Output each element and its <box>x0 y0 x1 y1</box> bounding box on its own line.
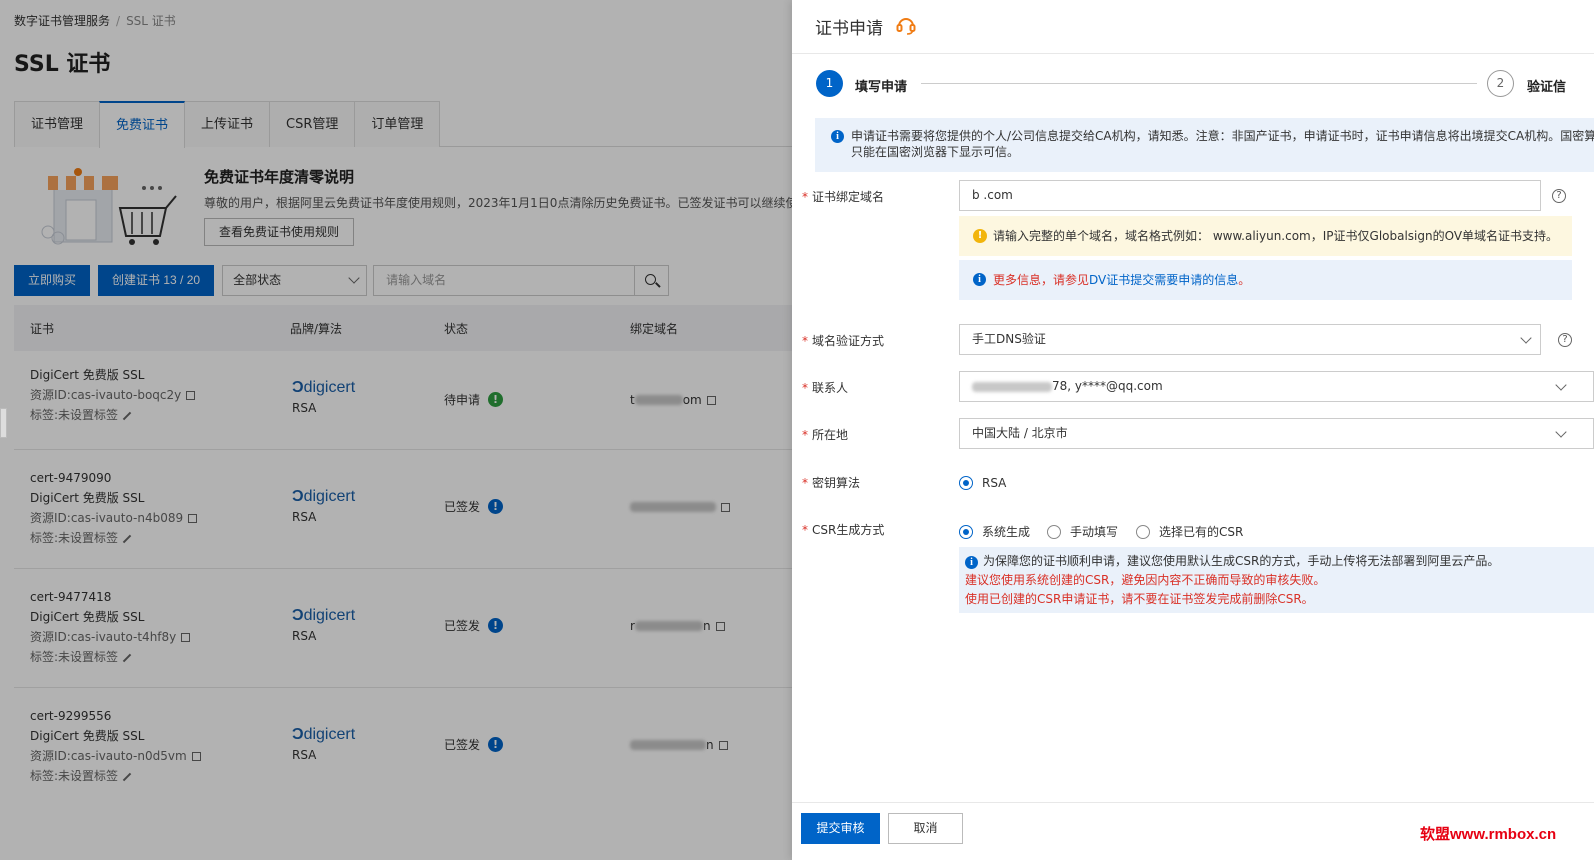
help-icon[interactable]: ? <box>1558 333 1572 347</box>
key-algorithm-label: * 密钥算法 <box>802 476 861 490</box>
masked-contact <box>972 381 1052 392</box>
location-value: 中国大陆 / 北京市 <box>972 426 1068 440</box>
contact-value: 78, y****@qq.com <box>1052 379 1163 393</box>
key-algorithm-label-text: 密钥算法 <box>812 476 861 490</box>
radio-selected-icon <box>959 476 973 490</box>
radio-csr-manual[interactable]: 手动填写 <box>1047 523 1118 540</box>
step-1-label: 填写申请 <box>855 80 908 95</box>
drawer-header: 证书申请 <box>792 0 1594 54</box>
cancel-button[interactable]: 取消 <box>888 813 963 844</box>
verify-method-select[interactable]: 手工DNS验证 <box>959 324 1541 355</box>
verify-label-text: 域名验证方式 <box>812 334 885 348</box>
more-info-end: 。 <box>1238 273 1251 287</box>
info-banner-line-1: 申请证书需要将您提供的个人/公司信息提交给CA机构，请知悉。注意：非国产证书，申… <box>851 129 1594 143</box>
step-indicator: 1 填写申请 2 验证信 <box>815 70 1594 100</box>
radio-csr-manual-label: 手动填写 <box>1070 525 1119 539</box>
csr-info-text: 为保障您的证书顺利申请，建议您使用默认生成CSR的方式，手动上传将无法部署到阿里… <box>983 554 1500 568</box>
location-select[interactable]: 中国大陆 / 北京市 <box>959 418 1594 449</box>
radio-csr-existing[interactable]: 选择已有的CSR <box>1136 523 1243 540</box>
console-page: 数字证书管理服务 / SSL 证书 SSL 证书 证书管理 免费证书 上传证书 CS… <box>0 0 809 860</box>
location-label-text: 所在地 <box>812 428 849 442</box>
page: 数字证书管理服务 / SSL 证书 SSL 证书 证书管理 免费证书 上传证书 CS… <box>0 0 1594 860</box>
site-watermark: 软盟www.rmbox.cn <box>1420 826 1557 843</box>
domain-input[interactable]: b .com <box>959 180 1541 211</box>
csr-warning-2: 使用已创建的CSR申请证书，请不要在证书签发完成前删除CSR。 <box>965 592 1314 606</box>
radio-csr-system[interactable]: 系统生成 <box>959 523 1030 540</box>
contact-label: * 联系人 <box>802 381 849 395</box>
chevron-down-icon <box>1555 379 1567 391</box>
modal-overlay[interactable] <box>0 0 792 860</box>
radio-rsa-label: RSA <box>982 476 1007 490</box>
step-1-circle: 1 <box>816 70 843 97</box>
verify-method-value: 手工DNS验证 <box>972 332 1046 346</box>
chevron-down-icon <box>1520 332 1532 344</box>
ca-info-banner: i 申请证书需要将您提供的个人/公司信息提交给CA机构，请知悉。注意：非国产证书… <box>815 118 1594 172</box>
side-collapse-handle[interactable] <box>0 408 7 438</box>
help-icon[interactable]: ? <box>1552 189 1566 203</box>
more-info-text: 更多信息，请参见 <box>993 273 1090 287</box>
step-connector <box>921 83 1477 84</box>
domain-warning-text: 请输入完整的单个域名，域名格式例如： www.aliyun.com，IP证书仅G… <box>993 229 1559 243</box>
radio-unselected-icon <box>1136 524 1150 539</box>
domain-more-info: i 更多信息，请参见DV证书提交需要申请的信息。 <box>959 260 1572 300</box>
radio-unselected-icon <box>1047 524 1061 539</box>
radio-selected-icon <box>959 524 973 539</box>
radio-csr-system-label: 系统生成 <box>982 525 1031 539</box>
step-2-circle: 2 <box>1487 70 1514 97</box>
headset-icon[interactable] <box>895 14 917 36</box>
csr-warning-1: 建议您使用系统创建的CSR，避免因内容不正确而导致的审核失败。 <box>965 573 1326 587</box>
info-icon: i <box>965 556 978 569</box>
csr-method-label: * CSR生成方式 <box>802 523 885 537</box>
radio-csr-existing-label: 选择已有的CSR <box>1159 525 1244 539</box>
radio-rsa[interactable]: RSA <box>959 476 1006 490</box>
domain-field-label: * 证书绑定域名 <box>802 190 885 204</box>
drawer-title: 证书申请 <box>815 19 883 39</box>
info-icon: i <box>973 273 986 286</box>
domain-label-text: 证书绑定域名 <box>812 190 885 204</box>
csr-info-box: i 为保障您的证书顺利申请，建议您使用默认生成CSR的方式，手动上传将无法部署到… <box>959 547 1594 613</box>
info-banner-line-2: 只能在国密浏览器下显示可信。 <box>851 145 1020 159</box>
contact-select[interactable]: 78, y****@qq.com <box>959 371 1594 402</box>
chevron-down-icon <box>1555 426 1567 438</box>
location-label: * 所在地 <box>802 428 849 442</box>
csr-method-label-text: CSR生成方式 <box>812 523 885 537</box>
dv-info-link[interactable]: DV证书提交需要申请的信息 <box>1089 273 1238 287</box>
verify-method-label: * 域名验证方式 <box>802 334 885 348</box>
warning-icon: ! <box>973 229 987 243</box>
submit-review-button[interactable]: 提交审核 <box>801 813 880 844</box>
domain-warning: ! 请输入完整的单个域名，域名格式例如： www.aliyun.com，IP证书… <box>959 216 1572 256</box>
step-2-label: 验证信 <box>1527 80 1567 95</box>
contact-label-text: 联系人 <box>812 381 849 395</box>
info-icon: i <box>831 130 844 143</box>
